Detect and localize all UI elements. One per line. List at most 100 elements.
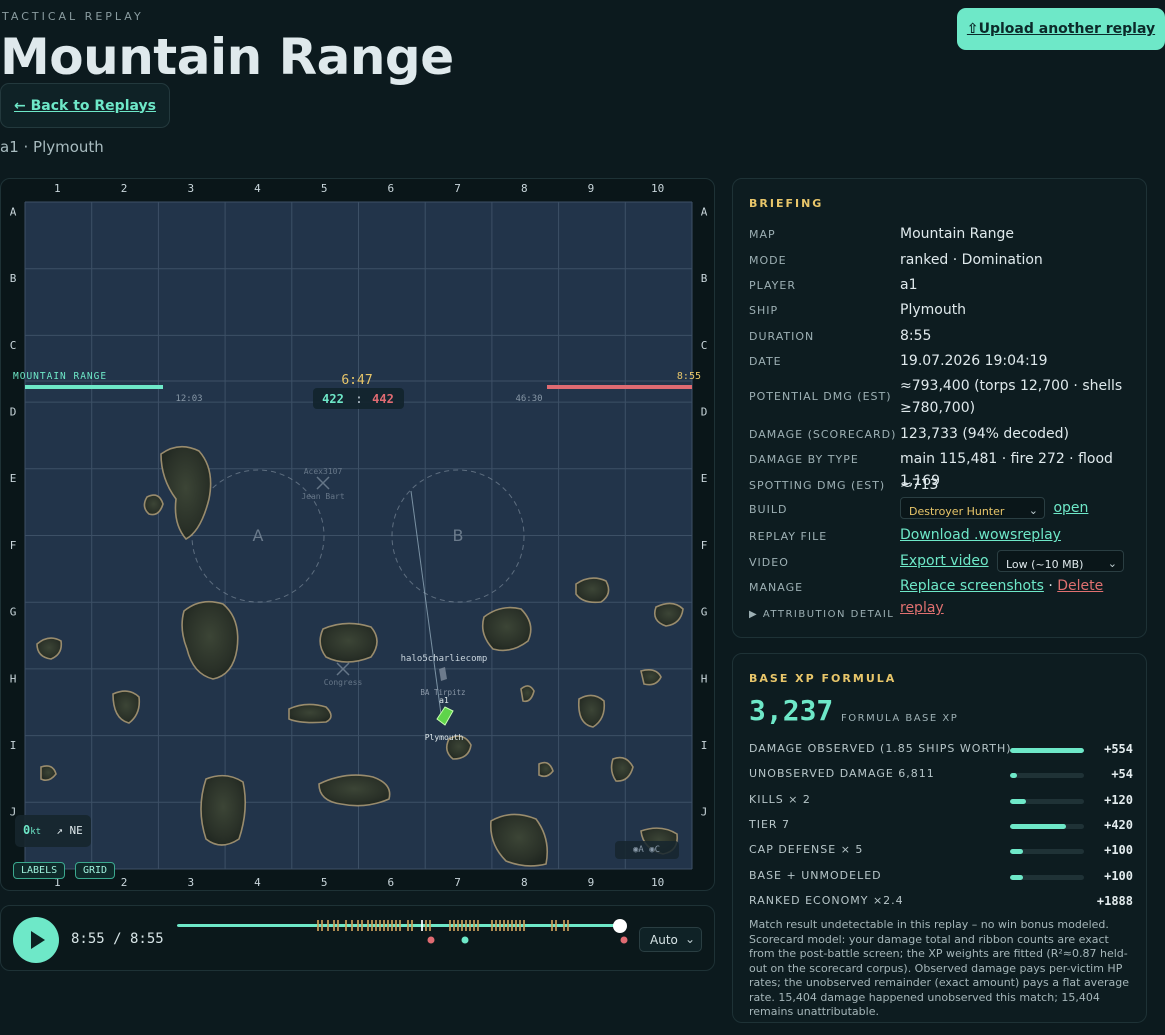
xp-total: 3,237 (749, 694, 834, 727)
col-label-top: 4 (254, 182, 261, 195)
timeline-event-tick (395, 920, 397, 931)
briefing-row-label: MAP (749, 228, 776, 241)
timeline-event-tick (491, 920, 493, 931)
briefing-row-label: MODE (749, 254, 787, 267)
timeline-end-marker (620, 936, 628, 944)
timeline-event-tick (469, 920, 471, 931)
export-video-link[interactable]: Export video (900, 553, 989, 569)
briefing-row-value: ≈713 (900, 477, 939, 493)
xp-row: CAP DEFENSE × 5 +100 (749, 843, 1133, 859)
xp-row-bar (1010, 823, 1084, 829)
island (481, 606, 532, 652)
build-open-link[interactable]: open (1053, 500, 1088, 516)
row-label-left: B (10, 272, 17, 285)
upload-replay-button[interactable]: ⇧Upload another replay (957, 8, 1165, 50)
page-eyebrow: TACTICAL REPLAY (2, 10, 144, 23)
xp-row-label: KILLS × 2 (749, 792, 811, 806)
timeline-event-tick (511, 920, 513, 931)
speed-unit: kt (30, 827, 42, 837)
xp-row-bar (1010, 798, 1084, 804)
map-legend: ◉A ◉C (633, 845, 661, 855)
back-to-replays-button[interactable]: ← Back to Replays (0, 83, 170, 128)
briefing-row-label: POTENTIAL DMG (EST) (749, 390, 892, 403)
xp-row: KILLS × 2 +120 (749, 793, 1133, 809)
play-button[interactable] (13, 917, 59, 963)
xp-row-bar (1010, 748, 1084, 753)
row-label-left: J (10, 806, 17, 819)
briefing-row-label: DURATION (749, 330, 815, 343)
xp-row: TIER 7 +420 (749, 818, 1133, 834)
replay-timeline: 8:55 / 8:55 Auto ⌄ (0, 905, 715, 971)
timeline-event-tick (555, 920, 557, 931)
download-replay-link[interactable]: Download .wowsreplay (900, 527, 1061, 543)
row-label-right: G (701, 606, 708, 619)
col-label-top: 7 (454, 182, 461, 195)
page-title: Mountain Range (0, 28, 454, 86)
row-label-right: D (701, 405, 708, 418)
timeline-event-tick (495, 920, 497, 931)
speed-readout: 0kt ↗ NE (23, 823, 83, 837)
timeline-event-tick (465, 920, 467, 931)
dead-ship-congress-label: Congress (324, 678, 363, 687)
briefing-row-value: 19.07.2026 19:04:19 (900, 353, 1048, 369)
xp-row-value: +100 (1104, 843, 1133, 858)
grid-toggle-button[interactable]: GRID (75, 862, 116, 879)
video-quality-value: Low (~10 MB) (1005, 558, 1084, 571)
video-quality-select[interactable]: Low (~10 MB) ⌄ (996, 550, 1124, 572)
timeline-event-tick (473, 920, 475, 931)
attribution-detail-toggle[interactable]: ▶ ATTRIBUTION DETAIL (749, 609, 894, 620)
playback-speed-select[interactable]: Auto ⌄ (639, 927, 702, 952)
row-label-right: C (701, 339, 708, 352)
timeline-event-tick (519, 920, 521, 931)
timeline-event-tick (361, 920, 363, 931)
red-team-bar (547, 385, 692, 389)
timeline-event-tick (371, 920, 373, 931)
briefing-row-value: ≈793,400 (torps 12,700 · shells ≥780,700… (900, 378, 1123, 416)
timeline-event-tick (321, 920, 323, 931)
col-label-top: 3 (187, 182, 194, 195)
briefing-row-label: DATE (749, 355, 782, 368)
briefing-row-value: Mountain Range (900, 226, 1015, 242)
xp-row-label: TIER 7 (749, 817, 791, 831)
build-label: BUILD (749, 503, 788, 516)
timeline-event-tick (477, 920, 479, 931)
player-ship-label: Plymouth (425, 733, 464, 742)
player-name-label: a1 (439, 696, 449, 705)
col-label-top: 5 (321, 182, 328, 195)
replace-screenshots-link[interactable]: Replace screenshots (900, 578, 1044, 594)
tactical-map-panel[interactable]: A B Acex3107 Jean Bart Congress halo5cha… (0, 178, 715, 891)
timeline-event-tick (523, 920, 525, 931)
col-label-bottom: 8 (521, 876, 528, 889)
chevron-down-icon: ⌄ (684, 932, 695, 946)
island (200, 774, 247, 846)
briefing-card: BRIEFING MAP Mountain Range MODE ranked · D… (732, 178, 1147, 638)
build-select[interactable]: Destroyer Hunter ⌄ (900, 497, 1045, 519)
timeline-event-tick (425, 920, 427, 931)
timeline-event-tick (429, 920, 431, 931)
tactical-map[interactable]: A B Acex3107 Jean Bart Congress halo5cha… (1, 179, 715, 891)
timeline-event-tick (567, 920, 569, 931)
timeline-scrubber[interactable] (171, 914, 631, 954)
row-label-left: A (10, 205, 17, 218)
briefing-title: BRIEFING (749, 197, 824, 210)
xp-row-bar (1010, 773, 1084, 779)
row-label-left: H (10, 672, 17, 685)
base-xp-card: BASE XP FORMULA 3,237 FORMULA BASE XP DA… (732, 653, 1147, 1023)
xp-total-label: FORMULA BASE XP (841, 713, 959, 724)
row-label-right: J (701, 806, 708, 819)
play-icon (31, 931, 45, 949)
col-label-top: 9 (588, 182, 595, 195)
island (319, 622, 378, 663)
chevron-down-icon: ⌄ (1028, 504, 1038, 517)
col-label-top: 8 (521, 182, 528, 195)
red-team-timer: 46:30 (515, 394, 542, 404)
col-label-top: 6 (388, 182, 395, 195)
labels-toggle-button[interactable]: LABELS (13, 862, 66, 879)
timeline-event-tick (453, 920, 455, 931)
green-team-bar (25, 385, 163, 389)
timeline-event-tick (367, 920, 369, 931)
score-separator: : (355, 392, 362, 406)
xp-row: DAMAGE OBSERVED (1.85 SHIPS WORTH) +554 (749, 742, 1133, 758)
row-label-left: I (10, 739, 17, 752)
xp-row: UNOBSERVED DAMAGE 6,811 +54 (749, 767, 1133, 783)
